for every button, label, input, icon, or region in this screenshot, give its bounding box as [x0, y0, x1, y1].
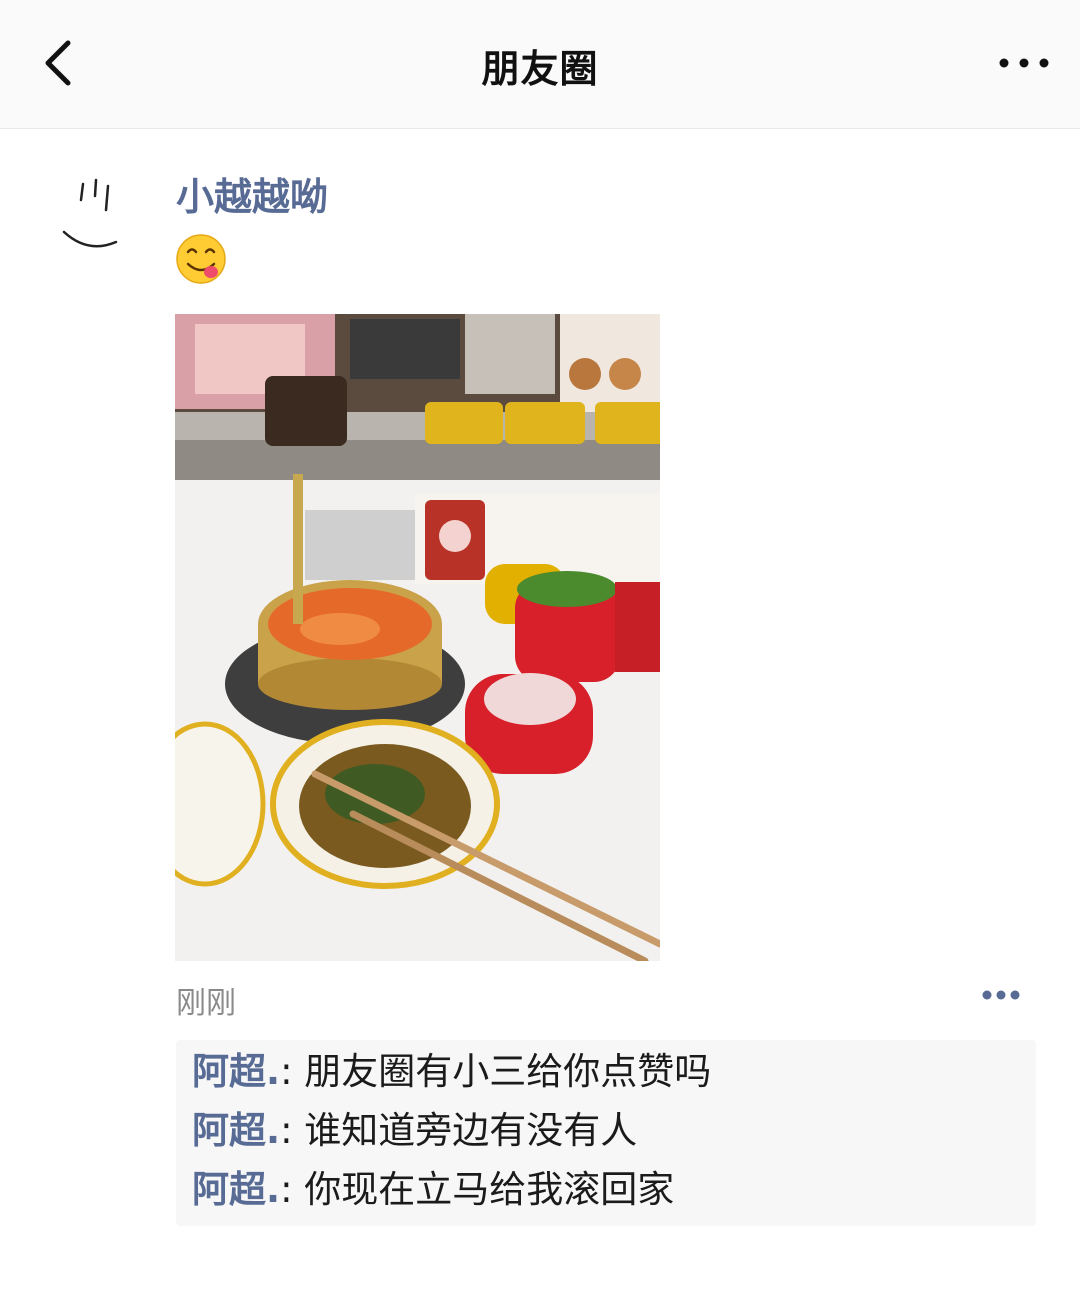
comment-text: 谁知道旁边有没有人: [304, 1109, 638, 1152]
comment-author[interactable]: 阿超.: [192, 1050, 280, 1093]
user-avatar[interactable]: [50, 170, 130, 260]
comment-text: 你现在立马给我滚回家: [304, 1168, 675, 1211]
comment-separator: :: [280, 1050, 305, 1093]
comment-separator: :: [280, 1168, 305, 1211]
smiley-face-icon: [62, 178, 118, 248]
comment-item[interactable]: 阿超.: 你现在立马给我滚回家: [192, 1162, 674, 1218]
comment-item[interactable]: 阿超.: 朋友圈有小三给你点赞吗: [192, 1044, 711, 1100]
post-text-emoji: [174, 232, 228, 286]
post-username[interactable]: 小越越呦: [176, 166, 328, 221]
comment-author[interactable]: 阿超.: [192, 1109, 280, 1152]
comments-section: 阿超.: 朋友圈有小三给你点赞吗 阿超.: 谁知道旁边有没有人 阿超.: 你现在…: [176, 1040, 1036, 1226]
page-title: 朋友圈: [481, 47, 599, 91]
yum-face-emoji-icon: [176, 234, 226, 284]
comment-author[interactable]: 阿超.: [192, 1168, 280, 1211]
comment-text: 朋友圈有小三给你点赞吗: [304, 1050, 712, 1093]
more-horizontal-icon: [999, 58, 1049, 68]
hotpot-photo: [175, 314, 660, 961]
post-photo[interactable]: [175, 314, 660, 961]
comment-item[interactable]: 阿超.: 谁知道旁边有没有人: [192, 1103, 637, 1159]
more-dots-icon: [982, 990, 1020, 1000]
post-actions-button[interactable]: [978, 982, 1024, 1008]
more-options-button[interactable]: [992, 40, 1056, 86]
top-navbar: 朋友圈: [0, 0, 1080, 129]
comment-separator: :: [280, 1109, 305, 1152]
post-timestamp: 刚刚: [176, 986, 236, 1021]
